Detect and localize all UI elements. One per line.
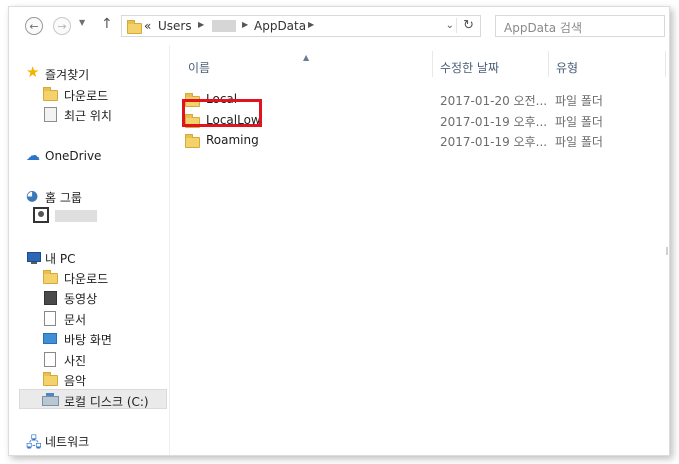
sidebar-item-label: 다운로드 <box>64 89 109 103</box>
recent-places-icon <box>42 106 58 122</box>
breadcrumb-chevron-icon[interactable]: ▶ <box>308 20 314 29</box>
breadcrumb-chevron-icon[interactable]: ▶ <box>198 20 204 29</box>
sidebar-item-pc-downloads[interactable]: 다운로드 <box>9 267 169 287</box>
sidebar-item-label: 최근 위치 <box>64 109 112 123</box>
sidebar-item-label: 사진 <box>64 354 87 368</box>
sidebar-item-homegroup[interactable]: ◕ 홈 그룹 <box>9 186 169 206</box>
sidebar-item-local-disk[interactable]: 로컬 디스크 (C:) <box>19 389 167 409</box>
file-type: 파일 폴더 <box>555 115 603 129</box>
column-divider[interactable] <box>548 51 549 77</box>
file-name: Roaming <box>206 133 259 147</box>
sidebar-item-downloads[interactable]: 다운로드 <box>9 84 169 104</box>
sidebar-item-label: 즐겨찾기 <box>45 68 90 82</box>
sidebar-item-label: 다운로드 <box>64 272 109 286</box>
desktop-folder-icon <box>42 330 58 346</box>
sidebar-item-label: 네트워크 <box>45 435 90 449</box>
sidebar-item-label: 동영상 <box>64 292 98 306</box>
sidebar-item-pictures[interactable]: 사진 <box>9 349 169 369</box>
sort-ascending-icon: ▲ <box>303 53 310 62</box>
sidebar-item-label: 바탕 화면 <box>64 333 112 347</box>
breadcrumb-users[interactable]: Users <box>158 19 192 33</box>
folder-icon <box>184 133 200 149</box>
avatar <box>33 207 49 223</box>
downloads-folder-icon <box>42 269 58 285</box>
sidebar-item-label: OneDrive <box>45 149 102 163</box>
local-disk-icon <box>42 392 59 408</box>
file-type: 파일 폴더 <box>555 135 603 149</box>
recent-locations-dropdown-icon[interactable]: ▼ <box>79 18 85 27</box>
file-date: 2017-01-20 오전... <box>440 94 548 108</box>
file-date: 2017-01-19 오후... <box>440 135 548 149</box>
sidebar-item-desktop[interactable]: 바탕 화면 <box>9 328 169 348</box>
downloads-folder-icon <box>42 86 58 102</box>
up-arrow-icon[interactable]: ↑ <box>101 16 113 32</box>
navigation-bar: ← → ▼ ↑ « Users ▶ ▶ AppData ▶ ⌄ ↻ AppDat… <box>9 7 669 46</box>
sidebar-item-label: 내 PC <box>45 252 76 266</box>
scrollbar-mark <box>666 247 668 255</box>
homegroup-icon: ◕ <box>26 188 39 204</box>
column-header-date[interactable]: 수정한 날짜 <box>440 59 499 76</box>
music-folder-icon <box>42 371 58 387</box>
redacted-user-name <box>55 210 97 222</box>
address-overflow[interactable]: « <box>144 19 151 33</box>
file-row-roaming[interactable]: Roaming 2017-01-19 오후... 파일 폴더 <box>184 131 654 151</box>
sidebar-item-onedrive[interactable]: ☁ OneDrive <box>9 146 169 166</box>
search-input[interactable]: AppData 검색 <box>495 15 665 37</box>
documents-folder-icon <box>42 310 58 326</box>
sidebar-item-videos[interactable]: 동영상 <box>9 287 169 307</box>
breadcrumb-chevron-icon[interactable]: ▶ <box>242 20 248 29</box>
explorer-window: ← → ▼ ↑ « Users ▶ ▶ AppData ▶ ⌄ ↻ AppDat… <box>8 6 670 456</box>
star-icon: ★ <box>26 63 40 81</box>
breadcrumb-appdata[interactable]: AppData <box>254 19 306 33</box>
column-divider[interactable] <box>665 51 666 77</box>
pictures-folder-icon <box>42 351 58 367</box>
forward-arrow-icon[interactable]: → <box>53 17 71 35</box>
sidebar-item-label: 음악 <box>64 374 87 388</box>
sidebar-item-homegroup-user[interactable] <box>9 207 169 227</box>
file-type: 파일 폴더 <box>555 94 603 108</box>
column-header-type[interactable]: 유형 <box>556 59 578 76</box>
sidebar-item-this-pc[interactable]: 내 PC <box>9 247 169 267</box>
breadcrumb-redacted-user[interactable] <box>212 20 236 32</box>
column-divider[interactable] <box>432 51 433 77</box>
computer-icon <box>26 249 42 265</box>
cloud-icon: ☁ <box>26 148 40 164</box>
address-bar[interactable]: « Users ▶ ▶ AppData ▶ ⌄ ↻ <box>121 15 481 37</box>
sidebar-item-label: 홈 그룹 <box>45 191 82 205</box>
sidebar-item-label: 로컬 디스크 (C:) <box>64 395 149 409</box>
navigation-pane: ★ 즐겨찾기 다운로드 최근 위치 ☁ OneDrive ◕ 홈 그룹 내 PC <box>9 45 170 455</box>
column-header-name[interactable]: 이름 <box>188 59 210 76</box>
videos-folder-icon <box>42 289 58 305</box>
sidebar-item-documents[interactable]: 문서 <box>9 308 169 328</box>
sidebar-item-music[interactable]: 음악 <box>9 369 169 389</box>
sidebar-item-label: 문서 <box>64 313 87 327</box>
network-icon: 🖧 <box>26 435 42 451</box>
file-date: 2017-01-19 오후... <box>440 115 548 129</box>
sidebar-item-network[interactable]: 🖧 네트워크 <box>9 430 169 451</box>
refresh-icon[interactable]: ↻ <box>456 18 474 33</box>
address-dropdown-icon[interactable]: ⌄ <box>446 20 454 31</box>
sidebar-item-recent-places[interactable]: 최근 위치 <box>9 104 169 124</box>
highlight-annotation-box <box>182 99 262 127</box>
back-arrow-icon[interactable]: ← <box>25 17 43 35</box>
sidebar-item-favorites[interactable]: ★ 즐겨찾기 <box>9 63 169 83</box>
